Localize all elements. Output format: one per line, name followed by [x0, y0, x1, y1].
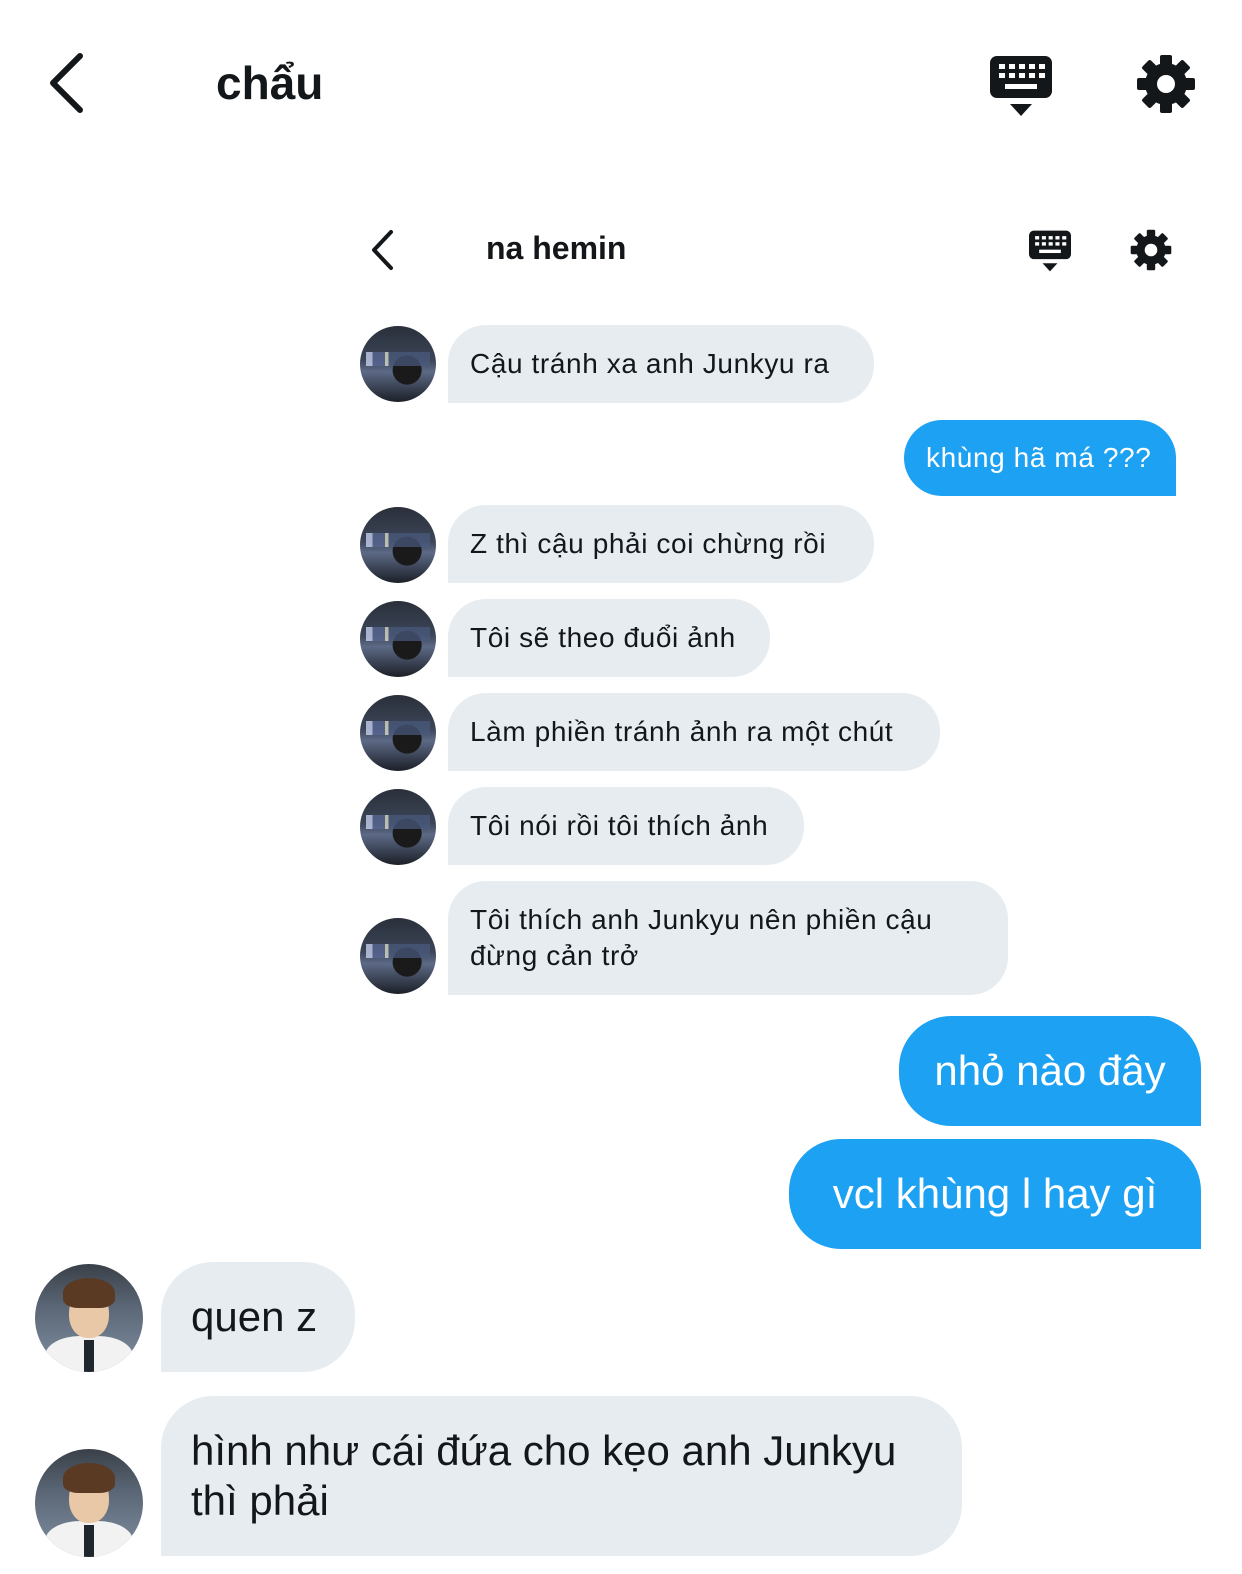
message-bubble: Tôi thích anh Junkyu nên phiền cậu đừng … [448, 881, 1008, 995]
message-bubble: vcl khùng l hay gì [789, 1139, 1201, 1249]
message-bubble: hình như cái đứa cho kẹo anh Junkyu thì … [161, 1396, 962, 1556]
avatar [35, 1264, 143, 1372]
gear-icon[interactable] [1136, 54, 1196, 114]
message-bubble: nhỏ nào đây [899, 1016, 1201, 1126]
avatar [360, 918, 436, 994]
message-bubble: Tôi nói rồi tôi thích ảnh [448, 787, 804, 865]
avatar [360, 695, 436, 771]
keyboard-icon[interactable] [990, 56, 1052, 116]
inner-keyboard-icon [1029, 230, 1071, 272]
avatar [360, 601, 436, 677]
message-bubble: quen z [161, 1262, 355, 1372]
message-bubble: Z thì cậu phải coi chừng rồi [448, 505, 874, 583]
avatar [35, 1449, 143, 1557]
message-bubble: Làm phiền tránh ảnh ra một chút [448, 693, 940, 771]
avatar [360, 789, 436, 865]
avatar [360, 326, 436, 402]
inner-gear-icon [1130, 229, 1172, 271]
avatar [360, 507, 436, 583]
message-bubble: khùng hã má ??? [904, 420, 1176, 496]
inner-back-chevron-icon [372, 230, 393, 270]
back-chevron-icon[interactable] [44, 50, 88, 116]
message-bubble: Tôi sẽ theo đuổi ảnh [448, 599, 770, 677]
conversation-title: chẩu [216, 57, 324, 109]
inner-conversation-title: na hemin [486, 230, 627, 266]
message-bubble: Cậu tránh xa anh Junkyu ra [448, 325, 874, 403]
